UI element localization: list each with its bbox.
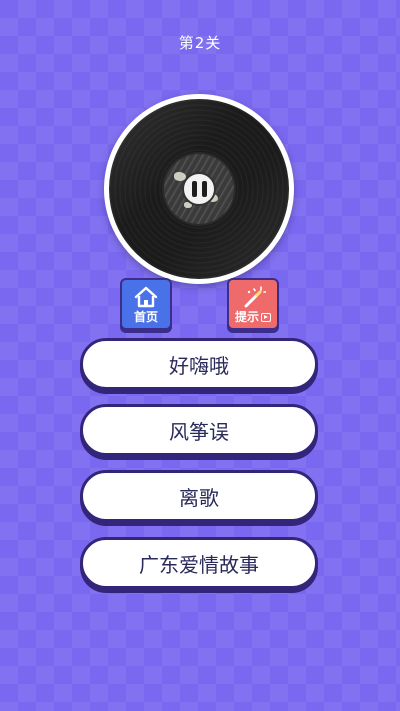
answer-option-2[interactable]: 风筝误 (80, 404, 318, 456)
vinyl-record[interactable] (104, 94, 294, 284)
home-label: 首页 (133, 310, 158, 324)
pause-icon (191, 181, 197, 197)
pause-button[interactable] (182, 172, 216, 206)
answer-option-4[interactable]: 广东爱情故事 (80, 537, 318, 589)
home-button[interactable]: 首页 (120, 278, 172, 330)
home-icon (134, 286, 158, 308)
hint-label: 提示 (234, 310, 259, 324)
answer-option-3[interactable]: 离歌 (80, 470, 318, 522)
hint-button[interactable]: 提示 (227, 278, 279, 330)
level-title: 第2关 (178, 34, 222, 52)
answer-option-1[interactable]: 好嗨哦 (80, 338, 318, 390)
magic-wand-icon (244, 286, 266, 308)
record-disc (109, 99, 289, 279)
video-icon (261, 312, 271, 322)
